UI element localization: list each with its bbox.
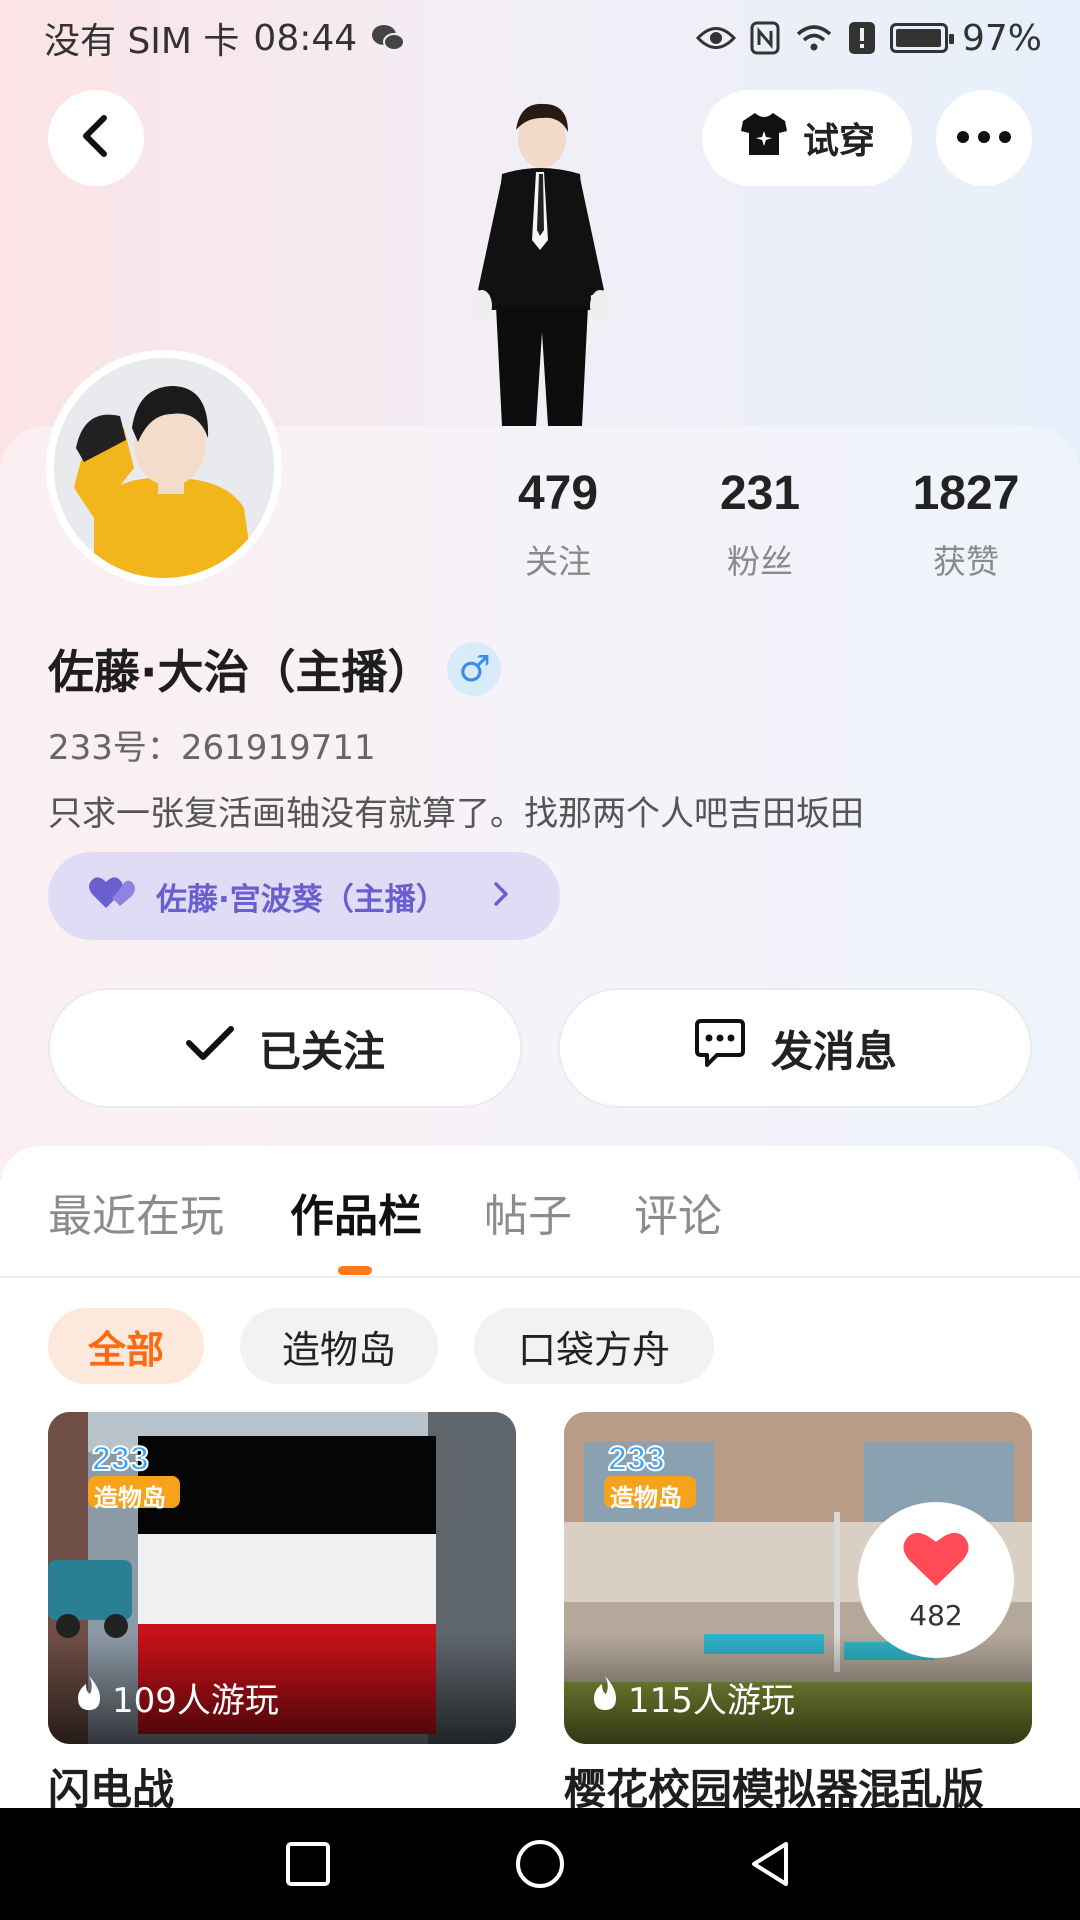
back-nav-button[interactable] [742, 1836, 798, 1892]
avatar-3d-figure [440, 100, 640, 426]
play-count-text-1: 109人游玩 [112, 1681, 279, 1721]
tabs-divider [0, 1276, 1080, 1278]
battery-icon [889, 23, 954, 53]
check-icon [185, 1023, 235, 1073]
stat-likes[interactable]: 1827 获赞 [866, 466, 1066, 583]
battery-percent: 97% [961, 17, 1042, 59]
likes-label: 获赞 [933, 542, 999, 581]
status-bar: 没有 SIM 卡 08:44 97% [0, 0, 1080, 76]
zaowudao-badge-1: 233 造物岛 [74, 1438, 184, 1512]
heart-icon [901, 1528, 971, 1595]
tab-works[interactable]: 作品栏 [290, 1180, 422, 1244]
system-navigation-bar [0, 1808, 1080, 1920]
profile-name-row: 佐藤·大治（主播） ♂ [48, 636, 502, 702]
zaowudao-badge-2: 233 造物岛 [590, 1438, 700, 1512]
following-count: 479 [517, 467, 599, 520]
svg-text:233: 233 [608, 1440, 665, 1478]
fans-count: 231 [719, 467, 801, 520]
filter-zaowudao[interactable]: 造物岛 [240, 1308, 438, 1384]
nfc-icon [750, 21, 780, 55]
badge-label-1: 造物岛 [94, 1484, 166, 1512]
tab-comments[interactable]: 评论 [634, 1180, 722, 1244]
flame-icon [74, 1674, 104, 1721]
triangle-back-icon [752, 1842, 788, 1886]
circle-icon [516, 1840, 564, 1888]
active-tab-indicator [338, 1266, 372, 1275]
more-dots-icon [956, 129, 1012, 148]
back-button[interactable] [48, 90, 144, 186]
work-card-1[interactable]: 233 造物岛 109人游玩 [48, 1412, 516, 1744]
square-icon [286, 1842, 330, 1886]
filter-all[interactable]: 全部 [48, 1308, 204, 1384]
avatar[interactable] [46, 350, 282, 586]
try-on-button[interactable]: 试穿 [702, 90, 912, 186]
male-gender-icon: ♂ [447, 642, 502, 696]
tshirt-icon [739, 111, 789, 166]
play-count-2: 115人游玩 [590, 1673, 795, 1722]
carrier-text: 没有 SIM 卡 [44, 21, 240, 62]
play-count-1: 109人游玩 [74, 1673, 279, 1722]
wifi-icon [794, 22, 834, 54]
double-heart-icon [88, 874, 138, 918]
tab-posts[interactable]: 帖子 [484, 1180, 572, 1244]
send-message-label: 发消息 [770, 1026, 897, 1076]
try-on-label: 试穿 [802, 121, 875, 162]
flame-icon [590, 1674, 620, 1721]
filter-pocket-ark[interactable]: 口袋方舟 [474, 1308, 714, 1384]
wechat-icon [371, 23, 406, 53]
alert-icon [848, 21, 876, 55]
fans-label: 粉丝 [727, 542, 793, 581]
profile-name: 佐藤·大治（主播） [48, 645, 434, 699]
badge-label-2: 造物岛 [610, 1484, 682, 1512]
like-button[interactable]: 482 [858, 1502, 1014, 1658]
following-label: 关注 [525, 542, 591, 581]
partner-name: 佐藤·宫波葵（主播） [156, 881, 447, 918]
eye-icon [695, 25, 736, 51]
home-button[interactable] [512, 1836, 568, 1892]
stat-following[interactable]: 479 关注 [458, 466, 658, 583]
send-message-button[interactable]: 发消息 [558, 988, 1032, 1108]
partner-link[interactable]: 佐藤·宫波葵（主播） [48, 852, 560, 940]
more-button[interactable] [936, 90, 1032, 186]
chevron-right-icon [493, 876, 509, 916]
followed-label: 已关注 [258, 1026, 385, 1076]
likes-count: 1827 [912, 467, 1020, 520]
profile-tabs: 最近在玩 作品栏 帖子 评论 [0, 1180, 1080, 1276]
tab-recently-played[interactable]: 最近在玩 [48, 1180, 224, 1244]
clock-text: 08:44 [253, 17, 358, 59]
recent-apps-button[interactable] [280, 1836, 336, 1892]
like-count: 482 [909, 1599, 963, 1632]
chat-bubble-icon [693, 1017, 747, 1079]
followed-button[interactable]: 已关注 [48, 988, 522, 1108]
profile-bio: 只求一张复活画轴没有就算了。找那两个人吧吉田坂田 [48, 794, 864, 834]
back-arrow-icon [78, 114, 114, 162]
svg-text:233: 233 [92, 1440, 149, 1478]
stat-fans[interactable]: 231 粉丝 [660, 466, 860, 583]
play-count-text-2: 115人游玩 [628, 1681, 795, 1721]
user-id[interactable]: 233号：261919711 [48, 720, 376, 769]
